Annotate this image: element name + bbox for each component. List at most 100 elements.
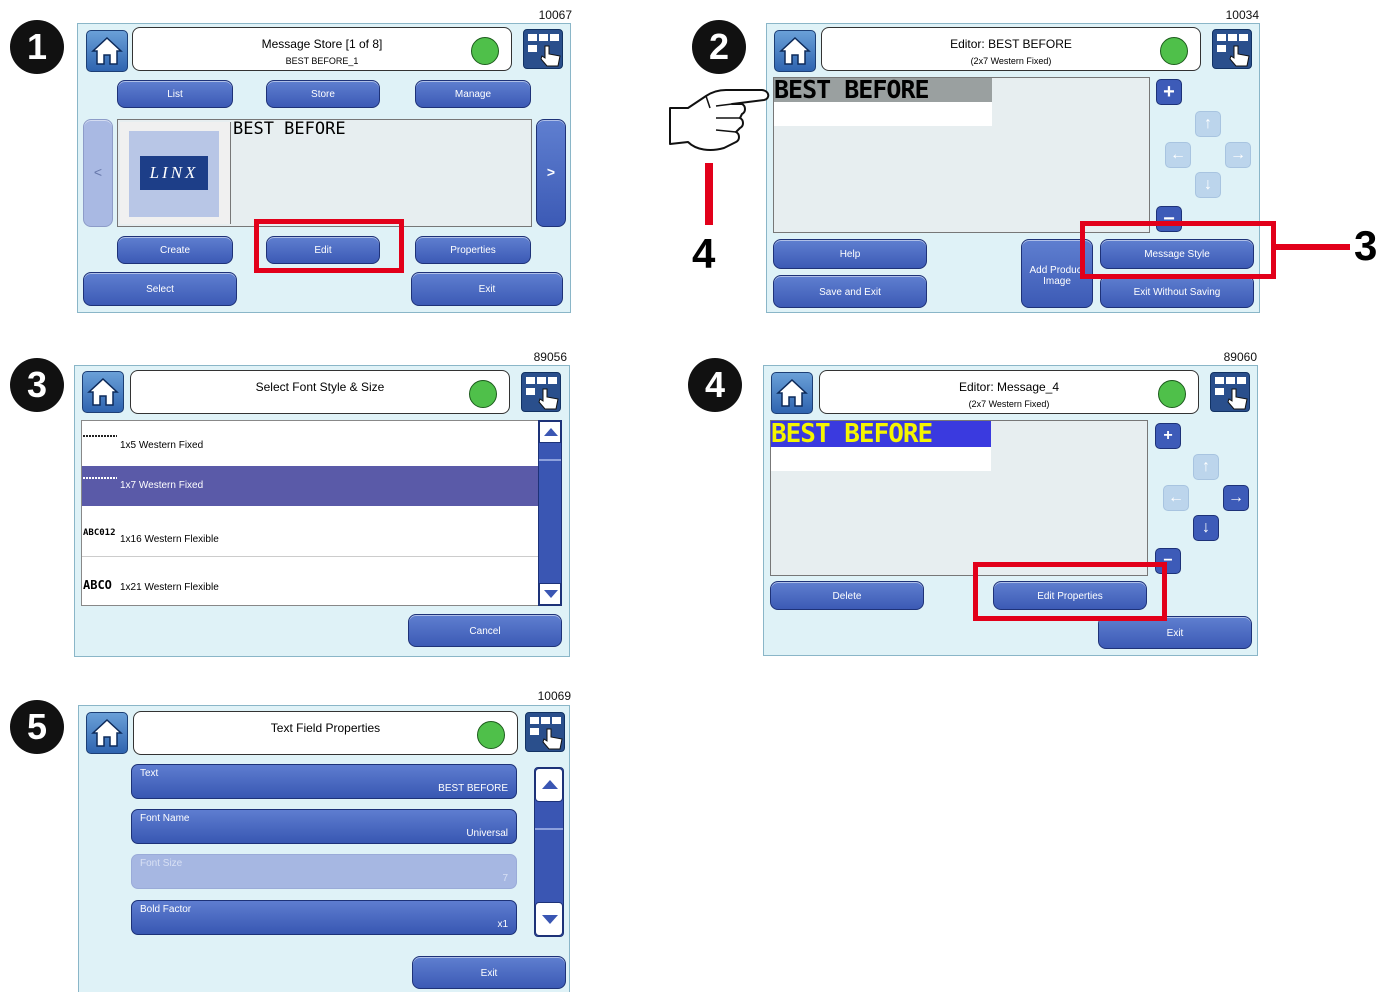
panel3-screen: Select Font Style & Size 1x5 Western Fix…: [74, 365, 570, 657]
font-sample-icon: [83, 435, 117, 437]
exit-button[interactable]: Exit: [412, 956, 566, 989]
down-arrow-icon[interactable]: ↓: [1193, 515, 1219, 541]
tab-list[interactable]: List: [117, 80, 233, 108]
step-2-badge: 2: [692, 20, 746, 74]
edit-properties-highlight-box: [973, 562, 1167, 621]
editor-canvas[interactable]: BEST BEFORE: [773, 77, 1150, 233]
status-led: [471, 37, 499, 65]
scroll-down-icon[interactable]: [535, 902, 563, 936]
left-arrow-icon[interactable]: ←: [1165, 142, 1191, 168]
exit-button[interactable]: Exit: [411, 272, 563, 306]
title-bar: Message Store [1 of 8] BEST BEFORE_1: [132, 27, 512, 71]
create-button[interactable]: Create: [117, 236, 233, 264]
edit-highlight-box: [254, 219, 404, 273]
text-field-button[interactable]: Text BEST BEFORE: [131, 764, 517, 799]
panel4-ref: 89060: [1223, 350, 1257, 364]
callout-4-line: [705, 163, 713, 225]
up-arrow-icon[interactable]: ↑: [1193, 454, 1219, 480]
list-item[interactable]: 1x5 Western Fixed: [82, 421, 561, 467]
plus-icon[interactable]: +: [1155, 423, 1181, 449]
next-button[interactable]: >: [536, 119, 566, 227]
home-button[interactable]: [86, 30, 128, 72]
home-button[interactable]: [774, 30, 816, 72]
hand-pointer-icon: [540, 45, 561, 67]
scroll-up-icon[interactable]: [539, 421, 561, 443]
menu-grid-button[interactable]: [1210, 372, 1250, 412]
status-led: [469, 380, 497, 408]
home-button[interactable]: [82, 371, 124, 413]
cancel-button[interactable]: Cancel: [408, 614, 562, 647]
home-icon: [87, 377, 119, 406]
linx-logo: LINX: [140, 156, 208, 190]
callout-3-label: 3: [1354, 222, 1378, 269]
step-3-badge: 3: [10, 358, 64, 412]
step-1-badge: 1: [10, 20, 64, 74]
page-title: Message Store [1 of 8]: [261, 37, 383, 51]
down-arrow-icon[interactable]: ↓: [1195, 172, 1221, 198]
menu-grid-button[interactable]: [521, 372, 561, 412]
home-icon: [91, 718, 123, 747]
font-size-field-button: Font Size 7: [131, 854, 517, 889]
message-style-highlight-box: [1080, 221, 1276, 279]
menu-grid-button[interactable]: [523, 29, 563, 69]
menu-grid-button[interactable]: [1212, 29, 1252, 69]
list-item-label: 1x5 Western Fixed: [120, 440, 204, 451]
scroll-down-icon[interactable]: [539, 583, 561, 605]
exit-without-saving-button[interactable]: Exit Without Saving: [1100, 275, 1254, 308]
up-arrow-icon[interactable]: ↑: [1195, 111, 1221, 137]
tab-manage[interactable]: Manage: [415, 80, 531, 108]
editor-text-selected[interactable]: BEST BEFORE: [774, 77, 992, 102]
font-name-field-button[interactable]: Font Name Universal: [131, 809, 517, 844]
panel5-screen: Text Field Properties Text BEST BEFORE F…: [78, 705, 570, 992]
properties-button[interactable]: Properties: [415, 236, 531, 264]
scrollbar[interactable]: [534, 767, 564, 937]
callout-3-line: [1276, 244, 1350, 250]
editor-canvas[interactable]: BEST BEFORE: [770, 420, 1148, 576]
editor-text-selected[interactable]: BEST BEFORE: [771, 421, 991, 447]
help-button[interactable]: Help: [773, 239, 927, 269]
font-sample: ABCO: [83, 578, 112, 592]
bold-factor-field-button[interactable]: Bold Factor x1: [131, 900, 517, 935]
hand-pointer-icon: [542, 728, 563, 750]
hand-pointer-icon: [1227, 388, 1248, 410]
hand-pointer-icon: [538, 388, 559, 410]
list-item-selected[interactable]: 1x7 Western Fixed: [82, 466, 561, 506]
home-button[interactable]: [86, 712, 128, 754]
panel1-ref: 10067: [538, 8, 572, 22]
right-arrow-icon[interactable]: →: [1223, 485, 1249, 511]
status-led: [477, 721, 505, 749]
scroll-up-icon[interactable]: [535, 768, 563, 802]
panel5-ref: 10069: [537, 689, 571, 703]
page-title: Editor: Message_4: [958, 380, 1060, 394]
list-item[interactable]: ABC012 1x16 Western Flexible: [82, 506, 561, 557]
home-button[interactable]: [771, 372, 813, 414]
hand-pointer-icon: [1229, 45, 1250, 67]
plus-icon[interactable]: +: [1156, 79, 1182, 105]
message-preview[interactable]: LINX BEST BEFORE: [117, 119, 532, 227]
page-title: Text Field Properties: [270, 721, 381, 735]
previous-button[interactable]: <: [83, 119, 113, 227]
save-and-exit-button[interactable]: Save and Exit: [773, 275, 927, 308]
preview-text: BEST BEFORE: [233, 119, 346, 139]
list-item-label: 1x16 Western Flexible: [120, 534, 219, 545]
callout-4-label: 4: [692, 230, 716, 277]
panel3-ref: 89056: [533, 350, 567, 364]
list-item[interactable]: ABCO 1x21 Western Flexible: [82, 556, 561, 605]
delete-button[interactable]: Delete: [770, 581, 924, 610]
font-sample: ABC012: [83, 528, 116, 538]
scrollbar[interactable]: [538, 420, 562, 606]
list-item-label: 1x7 Western Fixed: [120, 480, 204, 491]
menu-grid-button[interactable]: [525, 712, 565, 752]
tab-store[interactable]: Store: [266, 80, 380, 108]
step-5-badge: 5: [10, 700, 64, 754]
title-bar: Editor: Message_4 (2x7 Western Fixed): [819, 370, 1199, 414]
page-title: Select Font Style & Size: [255, 380, 385, 394]
page-subtitle: (2x7 Western Fixed): [970, 56, 1052, 66]
page-subtitle: (2x7 Western Fixed): [968, 399, 1050, 409]
right-arrow-icon[interactable]: →: [1225, 142, 1251, 168]
left-arrow-icon[interactable]: ←: [1163, 485, 1189, 511]
page-subtitle: BEST BEFORE_1: [285, 56, 359, 66]
select-button[interactable]: Select: [83, 272, 237, 306]
title-bar: Text Field Properties: [133, 711, 518, 755]
step-4-badge: 4: [688, 358, 742, 412]
